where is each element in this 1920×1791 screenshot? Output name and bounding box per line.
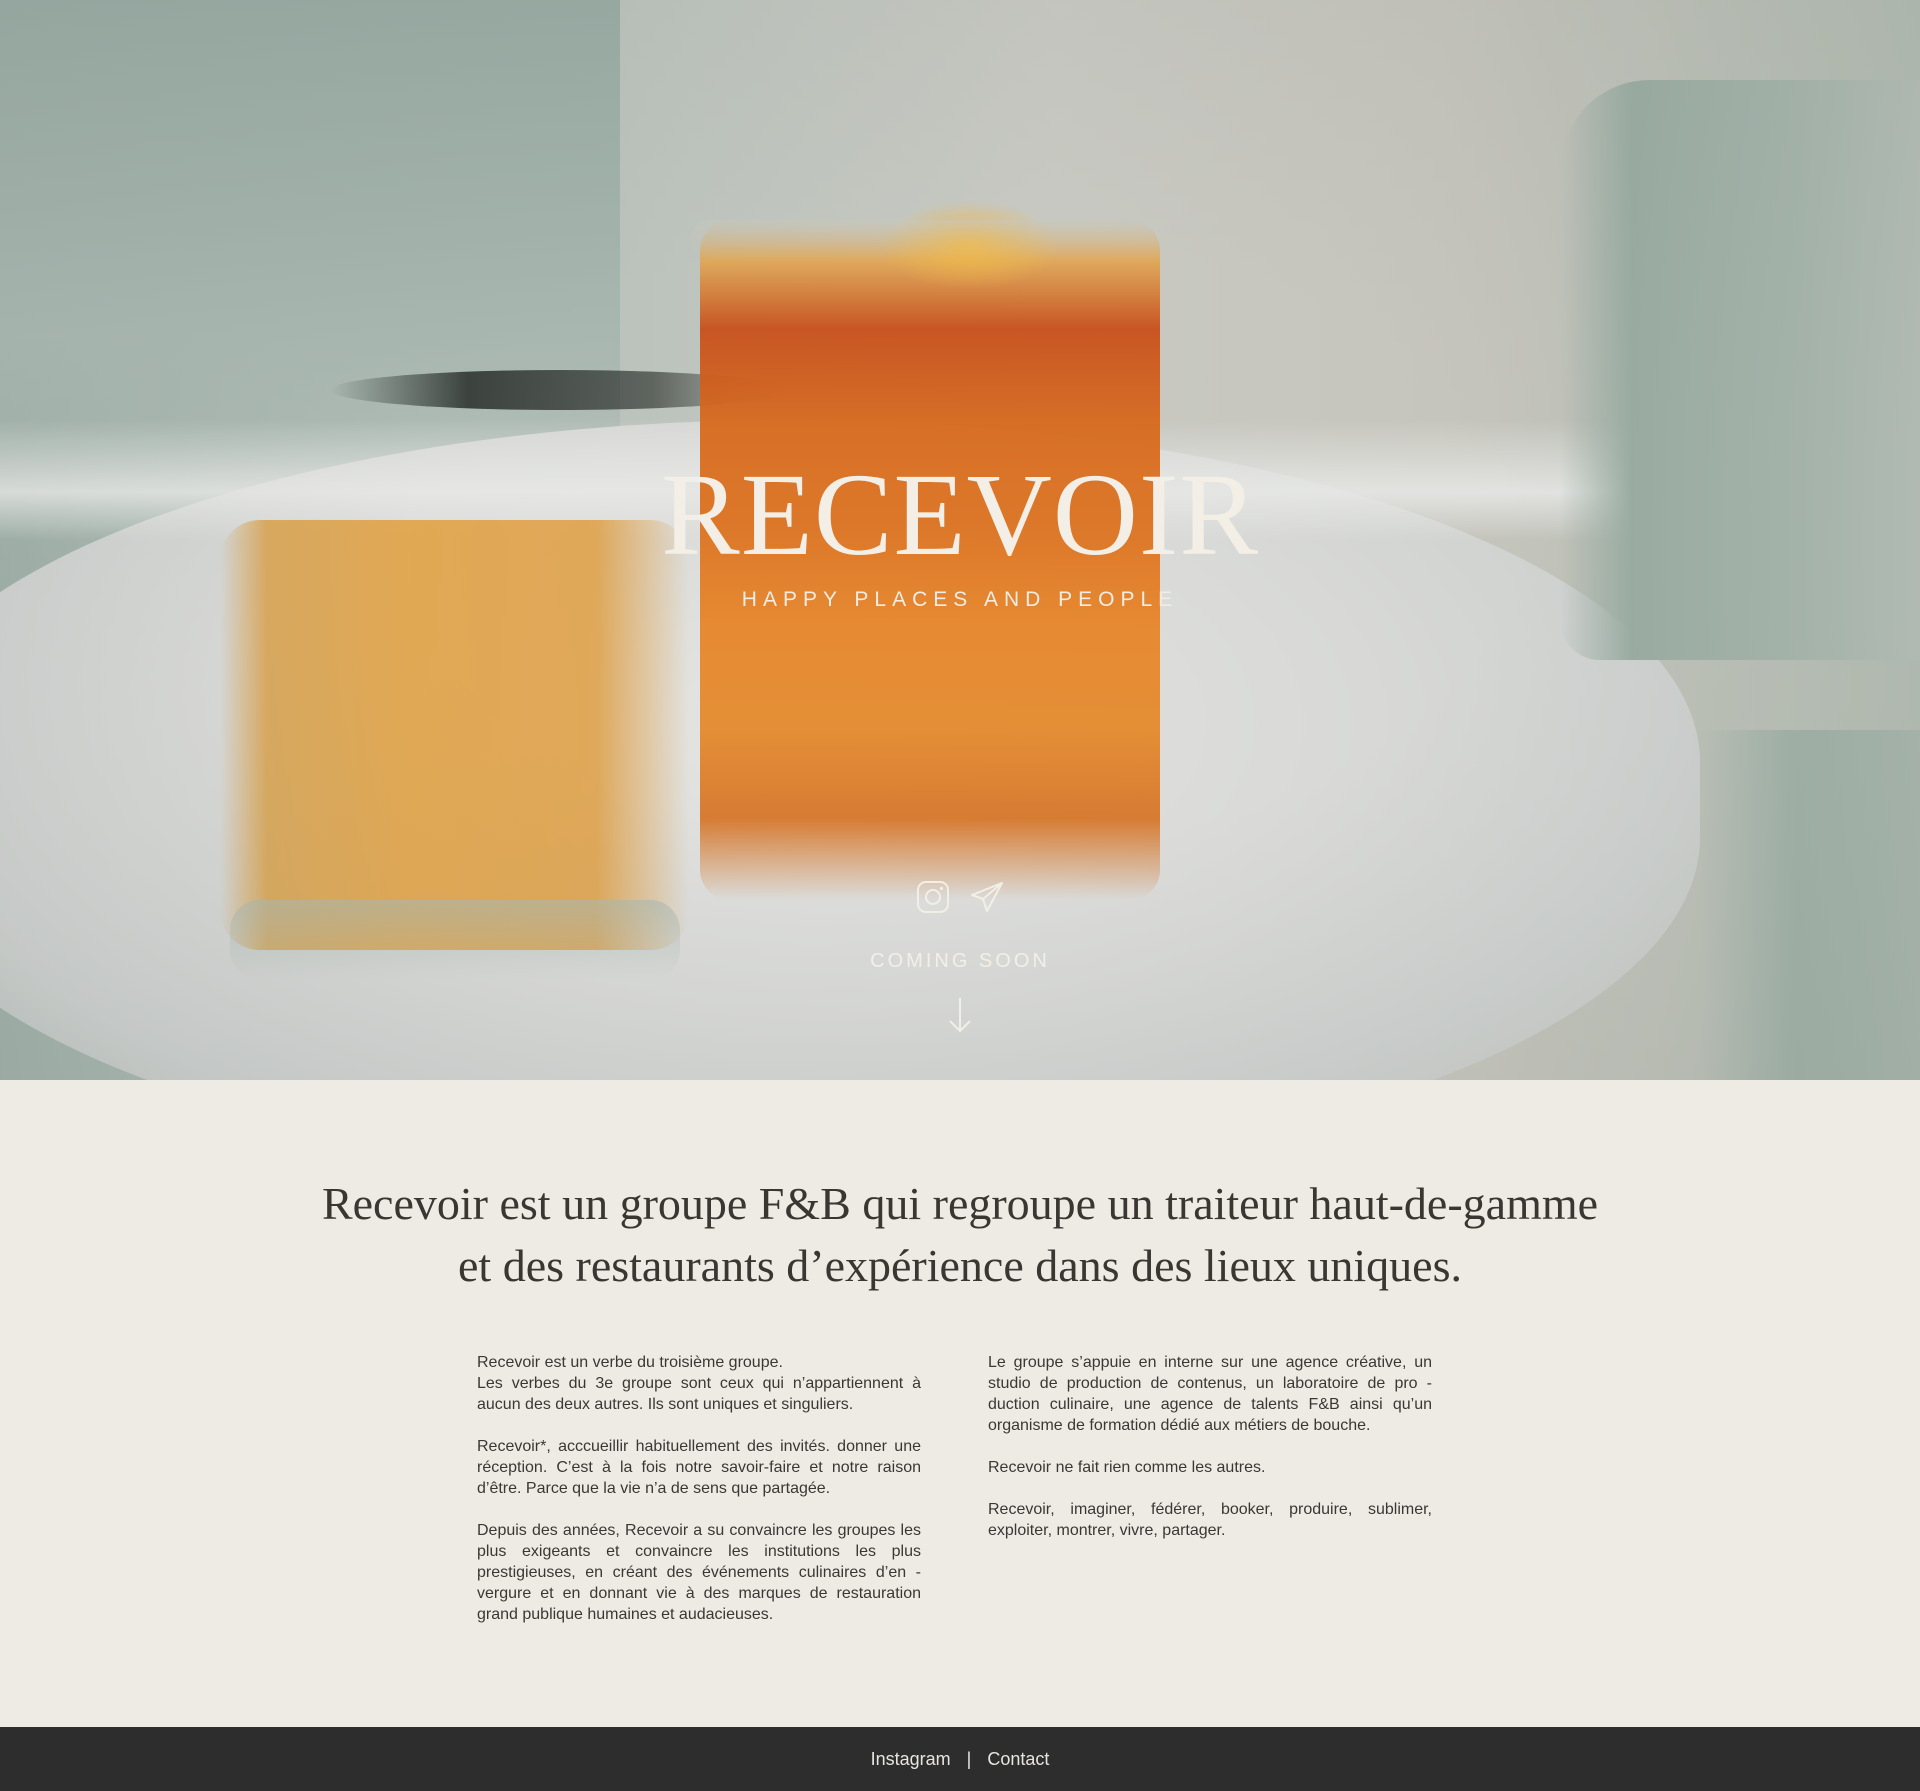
footer-instagram-link[interactable]: Instagram: [871, 1749, 951, 1770]
footer-separator: |: [966, 1748, 972, 1769]
about-paragraph: Recevoir ne fait rien comme les autres.: [988, 1459, 1266, 1476]
instagram-icon: [917, 881, 949, 913]
about-paragraph: Recevoir est un verbe du troisième group…: [477, 1352, 921, 1415]
about-paragraph: Depuis des années, Recevoir a su convain…: [477, 1522, 921, 1623]
coming-soon-label: COMING SOON: [870, 950, 1050, 972]
social-links: [0, 880, 1920, 914]
about-headline-line-2: et des restaurants d’expérience dans des…: [458, 1240, 1462, 1291]
paper-plane-icon: [971, 882, 1003, 912]
brand-title: RECEVOIR: [661, 449, 1259, 580]
brand-tagline: HAPPY PLACES AND PEOPLE: [741, 588, 1179, 611]
about-paragraph: Recevoir, imaginer, fédérer, booker, pro…: [988, 1501, 1432, 1539]
footer-contact-link[interactable]: Contact: [987, 1749, 1049, 1770]
hero-section: RECEVOIR HAPPY PLACES AND PEOPLE COMING …: [0, 0, 1920, 1080]
about-headline: Recevoir est un groupe F&B qui regroupe …: [200, 1173, 1720, 1297]
footer: Instagram | Contact: [0, 1727, 1920, 1791]
instagram-link[interactable]: [916, 880, 950, 914]
contact-link[interactable]: [970, 880, 1004, 914]
about-paragraph: Recevoir*, acccueillir habituellement de…: [477, 1438, 921, 1497]
arrow-down-icon[interactable]: [945, 996, 975, 1034]
about-left-column: Recevoir est un verbe du troisième group…: [477, 1352, 921, 1646]
about-paragraph: Le groupe s’appuie en interne sur une ag…: [988, 1354, 1432, 1434]
about-paragraph-line: Recevoir est un verbe du troisième group…: [477, 1354, 921, 1413]
about-headline-line-1: Recevoir est un groupe F&B qui regroupe …: [321, 1178, 1599, 1229]
about-right-column: Le groupe s’appuie en interne sur une ag…: [988, 1352, 1432, 1562]
about-section: Recevoir est un groupe F&B qui regroupe …: [0, 1080, 1920, 1727]
